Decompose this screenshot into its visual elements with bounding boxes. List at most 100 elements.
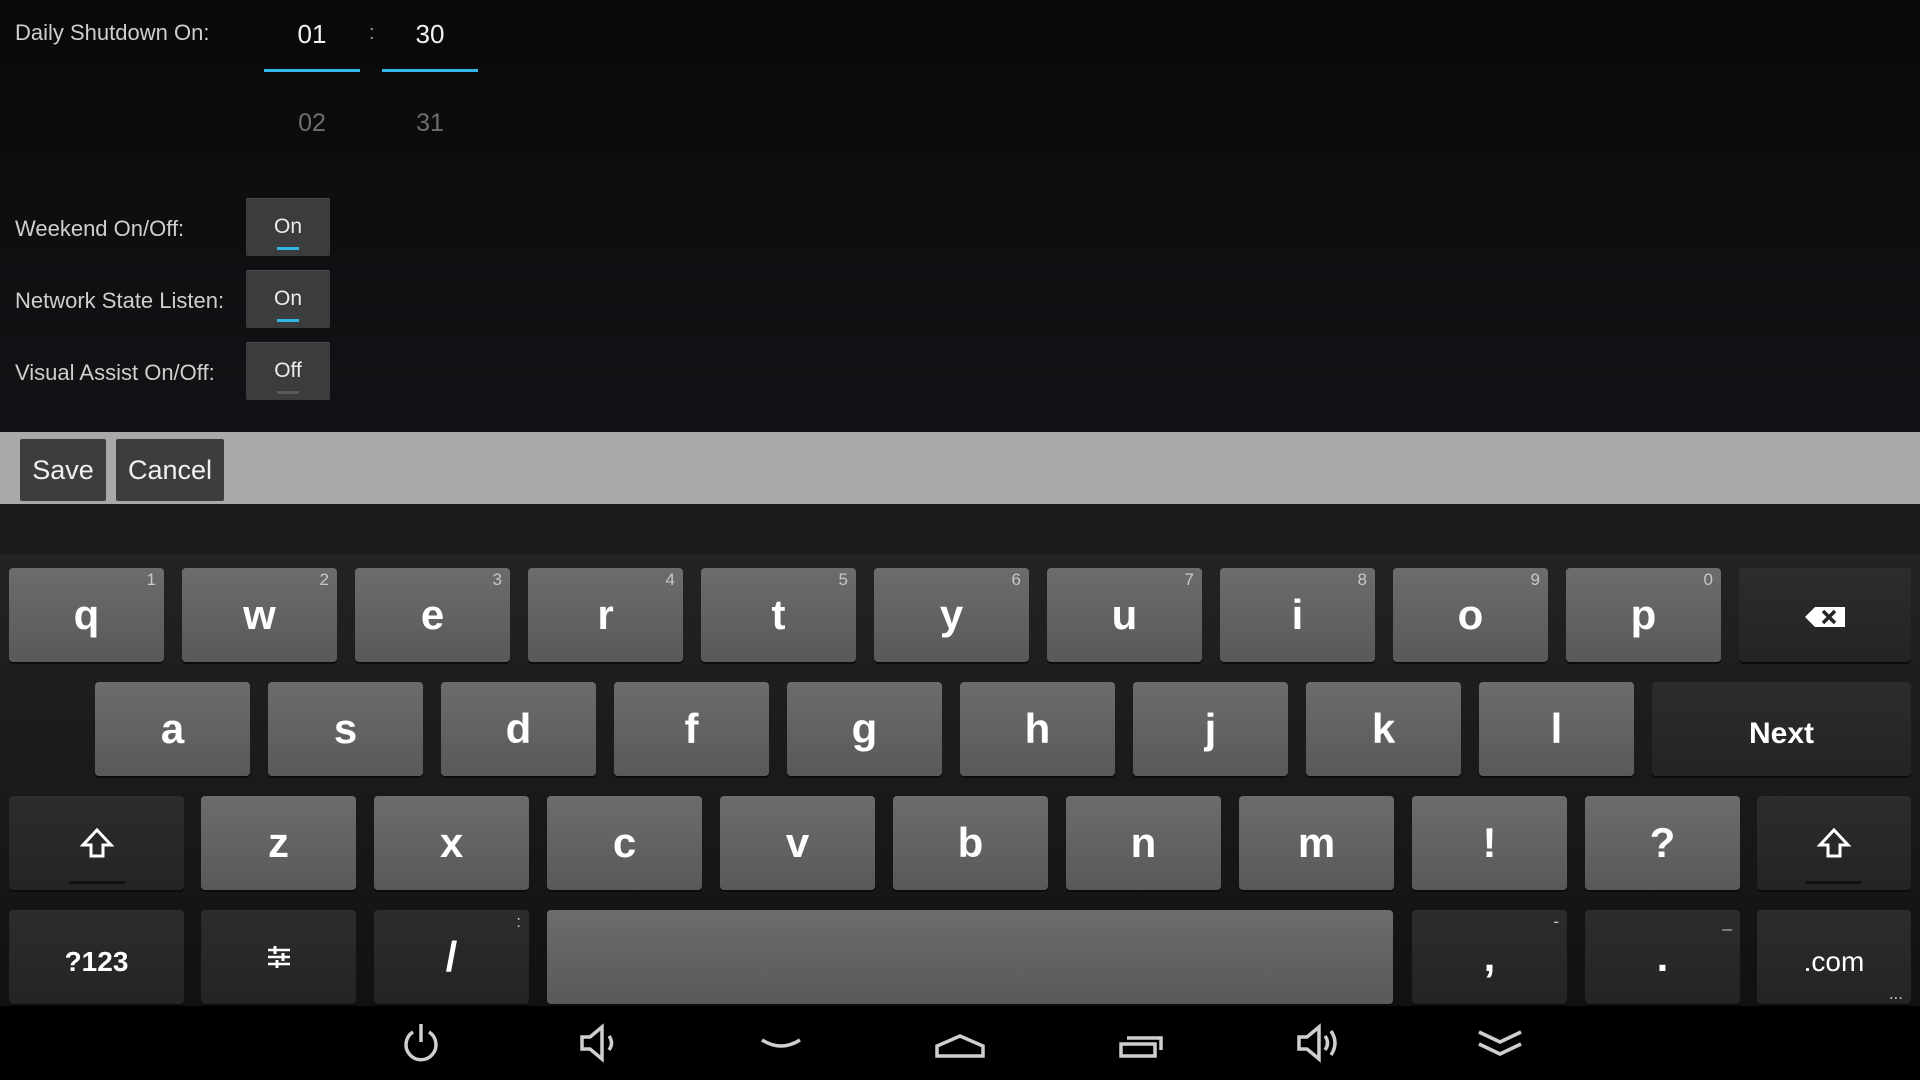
key-h[interactable]: h: [960, 682, 1115, 776]
key-m[interactable]: m: [1239, 796, 1394, 890]
key-d[interactable]: d: [441, 682, 596, 776]
shift-key-left[interactable]: [9, 796, 184, 890]
weekend-toggle-text: On: [273, 215, 302, 238]
suggestion-strip: [0, 504, 1920, 554]
key-p[interactable]: p0: [1566, 568, 1721, 662]
key-hint: ...: [1888, 984, 1903, 1003]
period-key[interactable]: . _: [1585, 910, 1740, 1004]
hour-picker-value[interactable]: 01: [264, 19, 360, 50]
hide-keyboard-icon: [1478, 1030, 1522, 1056]
volume-up-button[interactable]: [1290, 1020, 1350, 1066]
key-exclamation[interactable]: !: [1412, 796, 1567, 890]
key-hint: 5: [838, 570, 848, 589]
period-key-label: .: [1656, 933, 1669, 980]
key-k[interactable]: k: [1306, 682, 1461, 776]
comma-key[interactable]: , -: [1412, 910, 1567, 1004]
network-toggle-text: On: [273, 287, 302, 310]
key-hint: 3: [492, 570, 502, 589]
key-v[interactable]: v: [720, 796, 875, 890]
home-button[interactable]: [930, 1020, 990, 1066]
soft-keyboard: q1 w2 e3 r4 t5 y6 u7 i8 o9 p0 a s d f g …: [0, 554, 1920, 1006]
backspace-key[interactable]: [1739, 568, 1911, 662]
symbols-key-label: ?123: [64, 946, 129, 977]
navigation-bar: [0, 1006, 1920, 1080]
dotcom-key-label: .com: [1803, 946, 1865, 977]
keyboard-settings-key[interactable]: [201, 910, 356, 1004]
action-bar: Save Cancel: [0, 432, 1920, 504]
space-key[interactable]: [547, 910, 1393, 1004]
key-l[interactable]: l: [1479, 682, 1634, 776]
key-b[interactable]: b: [893, 796, 1048, 890]
back-icon: [761, 1038, 801, 1048]
volume-down-button[interactable]: [570, 1020, 630, 1066]
key-hint: 8: [1357, 570, 1367, 589]
settings-panel: Daily Shutdown On: 01 : 30 02 31 Weekend…: [0, 0, 1920, 432]
shift-indicator: [1806, 881, 1862, 884]
hour-picker-underline: [264, 69, 360, 72]
key-x[interactable]: x: [374, 796, 529, 890]
key-u[interactable]: u7: [1047, 568, 1202, 662]
next-key[interactable]: Next: [1652, 682, 1911, 776]
shift-key-right[interactable]: [1757, 796, 1911, 890]
visual-assist-label: Visual Assist On/Off:: [15, 360, 215, 385]
key-a[interactable]: a: [95, 682, 250, 776]
hide-keyboard-button[interactable]: [1470, 1020, 1530, 1066]
key-t[interactable]: t5: [701, 568, 856, 662]
recent-apps-button[interactable]: [1111, 1020, 1171, 1066]
backspace-icon: [1805, 607, 1845, 627]
minute-picker-underline: [382, 69, 478, 72]
volume-up-icon: [1297, 1023, 1337, 1063]
key-o[interactable]: o9: [1393, 568, 1548, 662]
network-label: Network State Listen:: [15, 288, 225, 313]
shutdown-label: Daily Shutdown On:: [15, 20, 210, 45]
key-s[interactable]: s: [268, 682, 423, 776]
key-hint: 4: [665, 570, 675, 589]
key-hint: 2: [319, 570, 329, 589]
time-colon: :: [369, 22, 375, 44]
weekend-toggle[interactable]: On: [246, 198, 330, 256]
shift-icon: [1816, 827, 1852, 858]
key-hint: 9: [1530, 570, 1540, 589]
key-hint: 6: [1011, 570, 1021, 589]
visual-assist-toggle[interactable]: Off: [246, 342, 330, 400]
key-q[interactable]: q1: [9, 568, 164, 662]
key-g[interactable]: g: [787, 682, 942, 776]
dotcom-key[interactable]: .com ...: [1757, 910, 1911, 1004]
save-button[interactable]: Save: [20, 439, 106, 501]
key-n[interactable]: n: [1066, 796, 1221, 890]
key-z[interactable]: z: [201, 796, 356, 890]
hour-picker-next[interactable]: 02: [264, 109, 360, 138]
settings-sliders-icon: [267, 946, 290, 968]
back-button[interactable]: [751, 1020, 811, 1066]
key-f[interactable]: f: [614, 682, 769, 776]
key-j[interactable]: j: [1133, 682, 1288, 776]
cancel-button[interactable]: Cancel: [116, 439, 224, 501]
next-key-label: Next: [1748, 717, 1815, 750]
shift-icon: [79, 827, 114, 858]
key-e[interactable]: e3: [355, 568, 510, 662]
weekend-toggle-indicator: [277, 247, 299, 250]
key-question[interactable]: ?: [1585, 796, 1740, 890]
key-c[interactable]: c: [547, 796, 702, 890]
key-hint: _: [1722, 912, 1732, 931]
network-toggle-indicator: [277, 319, 299, 322]
power-button[interactable]: [391, 1020, 451, 1066]
key-y[interactable]: y6: [874, 568, 1029, 662]
comma-key-label: ,: [1483, 933, 1496, 980]
key-r[interactable]: r4: [528, 568, 683, 662]
network-toggle[interactable]: On: [246, 270, 330, 328]
key-hint: 1: [146, 570, 156, 589]
minute-picker-value[interactable]: 30: [382, 19, 478, 50]
key-hint: 7: [1184, 570, 1194, 589]
slash-key[interactable]: / :: [374, 910, 529, 1004]
key-hint: 0: [1703, 570, 1713, 589]
visual-assist-toggle-indicator: [277, 391, 299, 394]
symbols-key[interactable]: ?123: [9, 910, 184, 1004]
minute-picker-next[interactable]: 31: [382, 109, 478, 138]
weekend-label: Weekend On/Off:: [15, 216, 185, 241]
key-w[interactable]: w2: [182, 568, 337, 662]
visual-assist-toggle-text: Off: [274, 359, 302, 382]
key-i[interactable]: i8: [1220, 568, 1375, 662]
power-icon: [404, 1024, 438, 1062]
home-icon: [935, 1034, 985, 1058]
